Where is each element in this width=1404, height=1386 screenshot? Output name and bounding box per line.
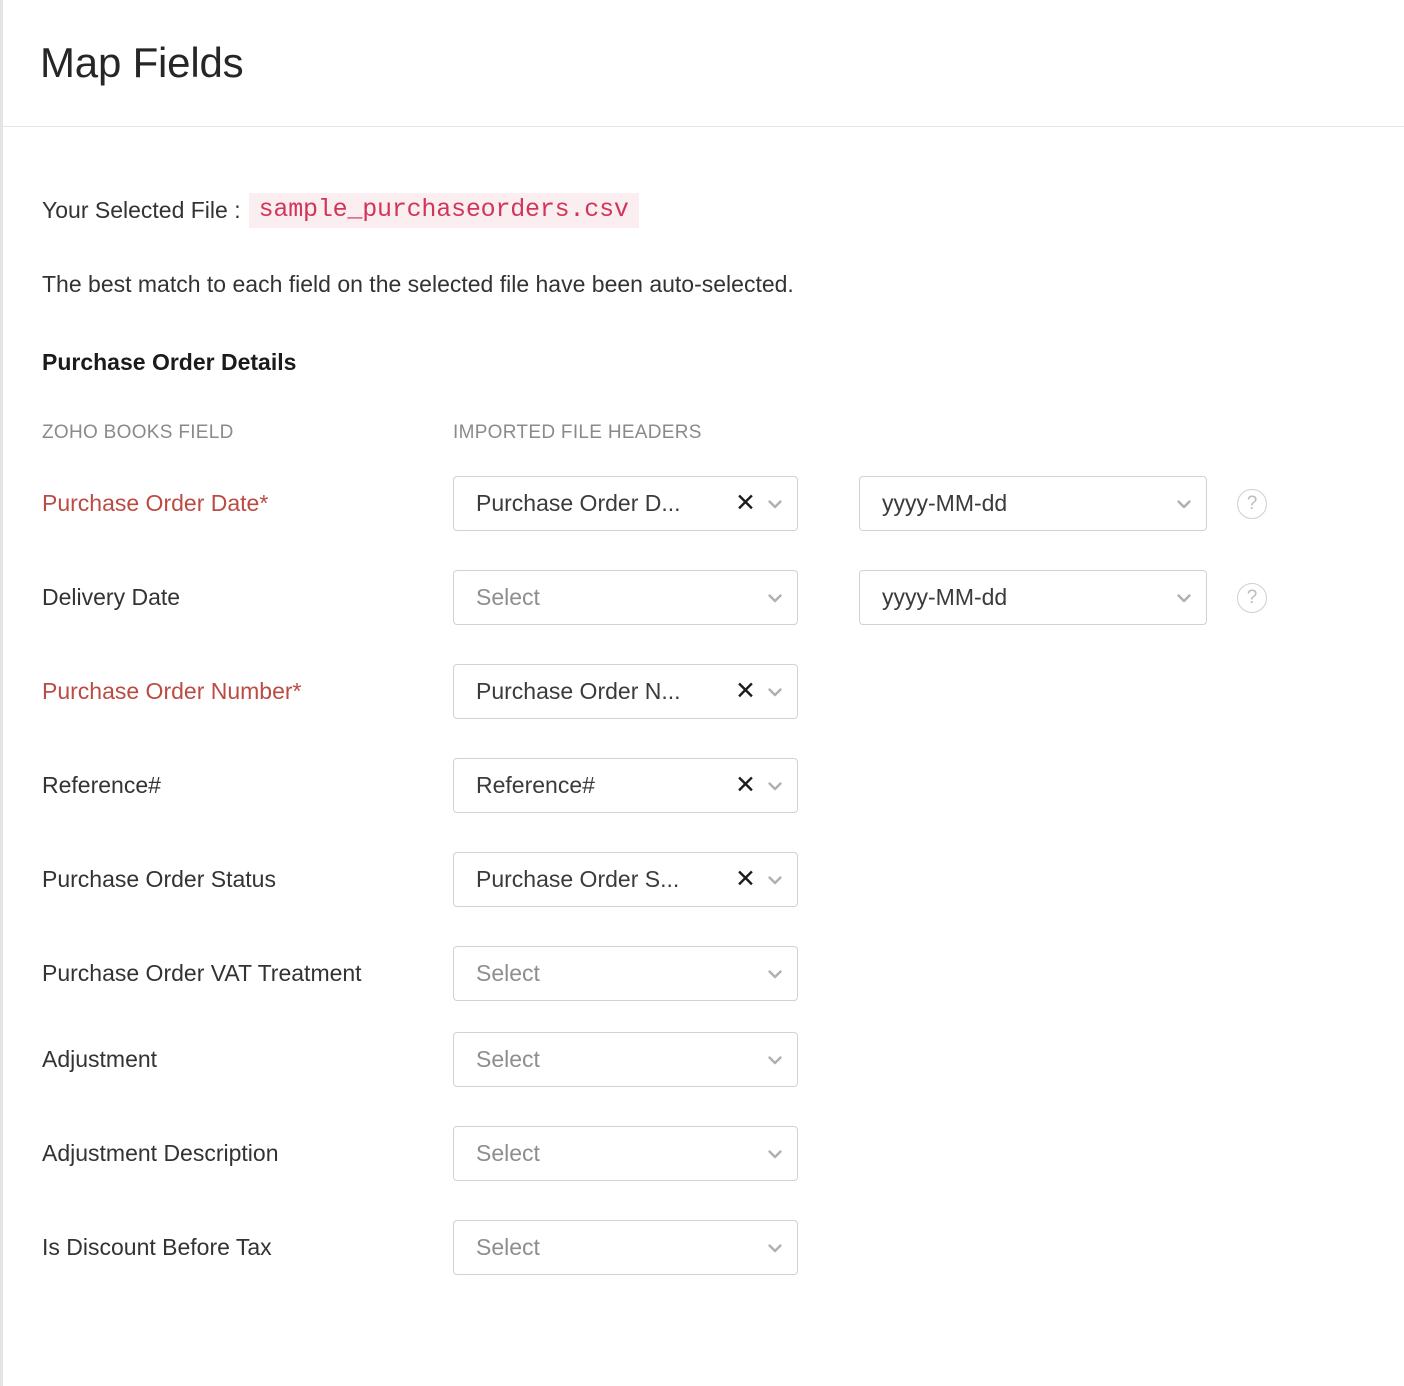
imported-header-select-value: Select bbox=[476, 960, 540, 986]
chevron-down-icon[interactable] bbox=[1174, 588, 1194, 608]
chevron-down-icon[interactable] bbox=[765, 870, 785, 890]
map-fields-page: Map Fields Your Selected File : sample_p… bbox=[0, 0, 1404, 1386]
page-body: Your Selected File : sample_purchaseorde… bbox=[3, 190, 1404, 1275]
clear-selection-icon[interactable]: ✕ bbox=[735, 679, 756, 704]
field-label: Adjustment bbox=[42, 1046, 158, 1072]
imported-header-select[interactable]: Select bbox=[453, 1032, 798, 1087]
field-label: Purchase Order Number* bbox=[42, 678, 302, 704]
imported-header-select[interactable]: Purchase Order D... ✕ bbox=[453, 476, 798, 531]
chevron-down-icon[interactable] bbox=[765, 964, 785, 984]
imported-header-select[interactable]: Purchase Order S... ✕ bbox=[453, 852, 798, 907]
selected-file-label: Your Selected File : bbox=[42, 196, 241, 223]
clear-selection-icon[interactable]: ✕ bbox=[735, 867, 756, 892]
chevron-down-icon[interactable] bbox=[765, 1050, 785, 1070]
chevron-down-icon[interactable] bbox=[765, 494, 785, 514]
field-mapping-row: Is Discount Before Tax Select bbox=[42, 1220, 1404, 1275]
intro-text: The best match to each field on the sele… bbox=[42, 271, 794, 297]
field-label: Purchase Order Date* bbox=[42, 490, 269, 516]
imported-header-select[interactable]: Select bbox=[453, 570, 798, 625]
field-mapping-row: Adjustment Description Select bbox=[42, 1126, 1404, 1181]
imported-header-select-value: Purchase Order N... bbox=[476, 678, 681, 704]
section-title: Purchase Order Details bbox=[42, 349, 297, 375]
field-mapping-row: Purchase Order VAT Treatment Select bbox=[42, 946, 1404, 1001]
imported-header-select-value: Select bbox=[476, 1234, 540, 1260]
column-header-zoho-books-field: ZOHO BOOKS FIELD bbox=[42, 422, 234, 443]
field-mapping-list: Purchase Order Date* Purchase Order D... ✕… bbox=[42, 476, 1404, 1275]
imported-header-select[interactable]: Select bbox=[453, 1126, 798, 1181]
date-format-select-value: yyyy-MM-dd bbox=[882, 490, 1008, 516]
page-title: Map Fields bbox=[40, 39, 244, 86]
clear-selection-icon[interactable]: ✕ bbox=[735, 491, 756, 516]
field-mapping-row: Purchase Order Date* Purchase Order D... ✕… bbox=[42, 476, 1404, 531]
selected-file-name: sample_purchaseorders.csv bbox=[248, 192, 639, 228]
imported-header-select-value: Select bbox=[476, 1140, 540, 1166]
field-label: Is Discount Before Tax bbox=[42, 1234, 272, 1260]
imported-header-select[interactable]: Reference# ✕ bbox=[453, 758, 798, 813]
field-label: Reference# bbox=[42, 772, 161, 798]
help-icon[interactable]: ? bbox=[1237, 583, 1267, 613]
field-label: Purchase Order VAT Treatment bbox=[42, 960, 362, 986]
field-label: Purchase Order Status bbox=[42, 866, 276, 892]
field-mapping-row: Purchase Order Status Purchase Order S...… bbox=[42, 852, 1404, 907]
chevron-down-icon[interactable] bbox=[765, 682, 785, 702]
column-header-imported-file-headers: IMPORTED FILE HEADERS bbox=[453, 422, 702, 443]
imported-header-select-value: Purchase Order D... bbox=[476, 490, 681, 516]
field-mapping-row: Delivery Date Select yyyy-MM-dd? bbox=[42, 570, 1404, 625]
date-format-select[interactable]: yyyy-MM-dd bbox=[859, 476, 1207, 531]
chevron-down-icon[interactable] bbox=[765, 1238, 785, 1258]
imported-header-select-value: Reference# bbox=[476, 772, 595, 798]
page-header: Map Fields bbox=[3, 0, 1404, 127]
clear-selection-icon[interactable]: ✕ bbox=[735, 773, 756, 798]
selected-file-row: Your Selected File : sample_purchaseorde… bbox=[42, 190, 1404, 230]
chevron-down-icon[interactable] bbox=[765, 1144, 785, 1164]
field-mapping-row: Purchase Order Number* Purchase Order N..… bbox=[42, 664, 1404, 719]
imported-header-select[interactable]: Select bbox=[453, 1220, 798, 1275]
imported-header-select-value: Purchase Order S... bbox=[476, 866, 680, 892]
column-headers: ZOHO BOOKS FIELD IMPORTED FILE HEADERS bbox=[42, 422, 1404, 444]
field-mapping-row: Reference# Reference# ✕ bbox=[42, 758, 1404, 813]
chevron-down-icon[interactable] bbox=[1174, 494, 1194, 514]
imported-header-select-value: Select bbox=[476, 1046, 540, 1072]
date-format-select-value: yyyy-MM-dd bbox=[882, 584, 1008, 610]
field-label: Delivery Date bbox=[42, 584, 181, 610]
chevron-down-icon[interactable] bbox=[765, 776, 785, 796]
help-icon[interactable]: ? bbox=[1237, 489, 1267, 519]
imported-header-select[interactable]: Purchase Order N... ✕ bbox=[453, 664, 798, 719]
field-label: Adjustment Description bbox=[42, 1140, 279, 1166]
imported-header-select[interactable]: Select bbox=[453, 946, 798, 1001]
date-format-select[interactable]: yyyy-MM-dd bbox=[859, 570, 1207, 625]
chevron-down-icon[interactable] bbox=[765, 588, 785, 608]
field-mapping-row: Adjustment Select bbox=[42, 1032, 1404, 1087]
imported-header-select-value: Select bbox=[476, 584, 540, 610]
